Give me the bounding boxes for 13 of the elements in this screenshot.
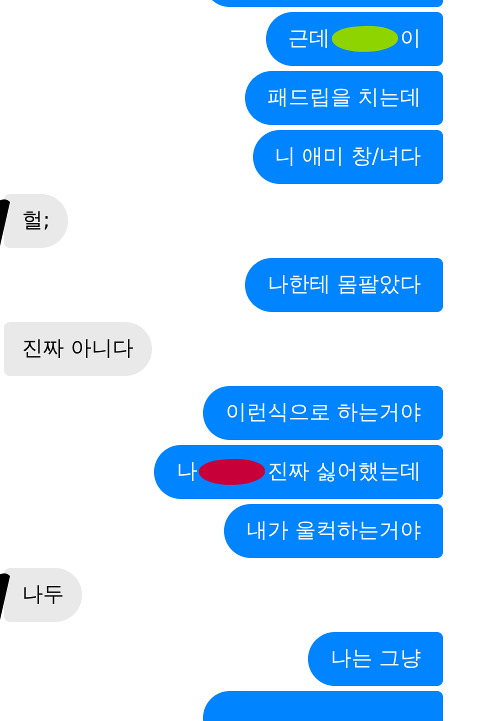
message-text: 나두 bbox=[22, 581, 64, 608]
message-text: 니 애미 창/녀다 bbox=[274, 143, 421, 170]
message-text: 나 bbox=[176, 458, 198, 486]
message-text: 나한테 몸팔았다 bbox=[267, 271, 421, 298]
message-text: 패드립을 치는데 bbox=[267, 84, 421, 112]
message-text: 진짜 싫어했는데 bbox=[267, 458, 421, 486]
message-text: 이 bbox=[400, 25, 421, 52]
message-text: 근데 bbox=[288, 25, 330, 52]
message-text: 내가 울컥하는거야 bbox=[246, 517, 421, 544]
message-text: 진짜 아니다 bbox=[22, 335, 134, 362]
message-text: 헐; bbox=[22, 207, 50, 234]
message-text: 이런식으로 하는거야 bbox=[225, 399, 421, 426]
message-text: 나는 그냥 bbox=[330, 645, 421, 672]
